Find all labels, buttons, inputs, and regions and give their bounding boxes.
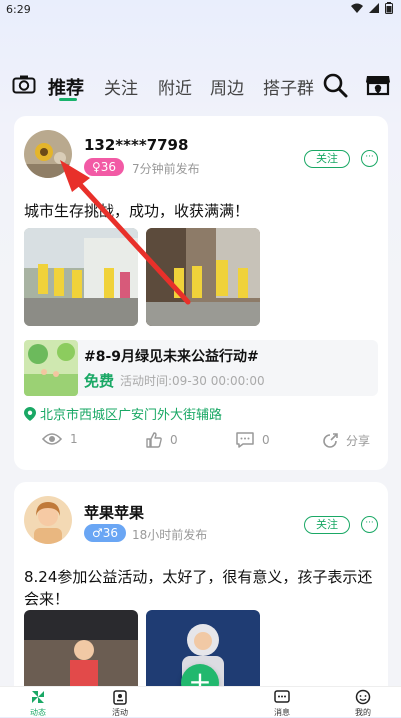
gender-age-badge: ♀36 bbox=[84, 158, 125, 176]
status-time: 6:29 bbox=[6, 3, 31, 16]
views-count: 1 bbox=[70, 432, 78, 446]
bottom-nav-profile[interactable]: 我的 bbox=[343, 689, 383, 718]
event-title: #8-9月绿见未来公益行动# bbox=[84, 349, 259, 365]
battery-icon bbox=[385, 2, 393, 14]
comment-icon bbox=[236, 432, 254, 448]
bottom-nav-label: 活动 bbox=[112, 708, 128, 717]
tab-nearby[interactable]: 附近 bbox=[158, 74, 192, 99]
post-photo[interactable] bbox=[146, 228, 260, 326]
tab-following[interactable]: 关注 bbox=[104, 74, 138, 99]
search-icon[interactable] bbox=[322, 72, 348, 98]
share-label: 分享 bbox=[346, 434, 371, 448]
bottom-nav-label: 消息 bbox=[274, 708, 290, 717]
post-text: 8.24参加公益活动，太好了，很有意义，孩子表示还会来！ bbox=[24, 568, 373, 608]
comments-count: 0 bbox=[262, 433, 270, 447]
event-time: 活动时间:09-30 00:00:00 bbox=[120, 374, 265, 388]
follow-button[interactable]: 关注 bbox=[304, 516, 350, 534]
active-tab-indicator bbox=[59, 98, 77, 101]
top-nav: 推荐 关注 附近 周边 搭子群 bbox=[0, 66, 401, 106]
thumbs-up-icon bbox=[146, 432, 162, 448]
views-stat: 1 bbox=[42, 432, 78, 446]
post-text: 城市生存挑战，成功，收获满满！ bbox=[24, 202, 250, 220]
share-button[interactable]: 分享 bbox=[322, 432, 370, 449]
likes-count: 0 bbox=[170, 433, 178, 447]
post-actions: 1 0 0 分享 bbox=[24, 432, 378, 454]
tab-surroundings[interactable]: 周边 bbox=[210, 74, 244, 99]
event-card[interactable]: #8-9月绿见未来公益行动# 免费 活动时间:09-30 00:00:00 bbox=[24, 340, 378, 396]
username[interactable]: 苹果苹果 bbox=[84, 502, 144, 523]
share-icon bbox=[323, 432, 338, 448]
location-text: 北京市西城区广安门外大街辅路 bbox=[40, 408, 223, 423]
more-options-button[interactable]: ··· bbox=[361, 150, 378, 167]
status-bar: 6:29 bbox=[0, 0, 401, 22]
post-photo[interactable] bbox=[24, 228, 138, 326]
avatar[interactable] bbox=[24, 130, 72, 178]
post-time: 7分钟前发布 bbox=[132, 162, 200, 176]
bottom-nav-label: 动态 bbox=[30, 708, 46, 717]
message-icon bbox=[274, 690, 290, 703]
signal-icon bbox=[369, 3, 379, 13]
tab-recommend[interactable]: 推荐 bbox=[48, 74, 84, 100]
like-button[interactable]: 0 bbox=[146, 432, 178, 448]
wifi-icon bbox=[351, 3, 363, 13]
pinwheel-icon bbox=[32, 691, 44, 703]
post-time: 18小时前发布 bbox=[132, 528, 208, 542]
activity-icon bbox=[113, 690, 127, 705]
post-card[interactable]: 132****7798 ♀36 7分钟前发布 关注 ··· 城市生存挑战，成功，… bbox=[14, 116, 388, 470]
eye-icon bbox=[42, 433, 62, 445]
event-thumbnail bbox=[24, 340, 78, 396]
bottom-nav-messages[interactable]: 消息 bbox=[262, 689, 302, 718]
tab-buddy-groups[interactable]: 搭子群 bbox=[263, 74, 314, 99]
event-price: 免费 bbox=[84, 372, 115, 390]
avatar[interactable] bbox=[24, 496, 72, 544]
bottom-nav-feed[interactable]: 动态 bbox=[18, 689, 58, 718]
location-pin-icon bbox=[24, 406, 36, 421]
gender-age-badge: ♂36 bbox=[84, 524, 127, 542]
profile-icon bbox=[355, 689, 371, 705]
comment-button[interactable]: 0 bbox=[236, 432, 270, 448]
more-options-button[interactable]: ··· bbox=[361, 516, 378, 533]
bottom-nav-activities[interactable]: 活动 bbox=[100, 689, 140, 718]
camera-icon[interactable] bbox=[12, 74, 36, 94]
follow-button[interactable]: 关注 bbox=[304, 150, 350, 168]
username[interactable]: 132****7798 bbox=[84, 136, 188, 154]
system-icons bbox=[351, 2, 393, 14]
store-location-icon[interactable] bbox=[364, 70, 392, 98]
bottom-nav-label: 我的 bbox=[355, 708, 371, 717]
post-location[interactable]: 北京市西城区广安门外大街辅路 bbox=[24, 404, 222, 423]
bottom-nav: 动态 活动 消息 我的 bbox=[0, 686, 401, 717]
